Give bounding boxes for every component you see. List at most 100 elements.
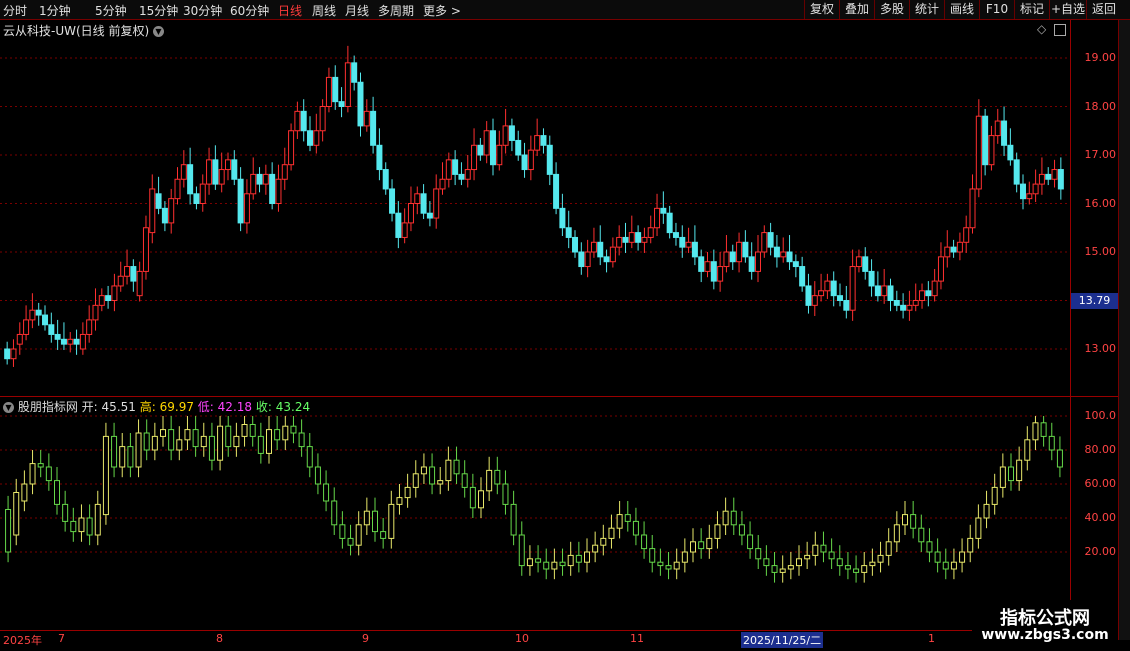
indicator-candle <box>486 456 493 501</box>
stats-button[interactable]: 统计 <box>909 0 944 19</box>
adjust-button[interactable]: 复权 <box>804 0 839 19</box>
indicator-candle <box>143 419 150 461</box>
price-tick-label: 19.00 <box>1084 51 1117 64</box>
indicator-candle <box>518 521 525 576</box>
indicator-candle <box>959 538 966 573</box>
indicator-tick-label: 40.00 <box>1084 511 1117 524</box>
price-candle <box>130 259 137 292</box>
price-candle <box>1038 157 1045 195</box>
indicator-chart <box>0 415 1070 583</box>
overlay-button[interactable]: 叠加 <box>839 0 874 19</box>
period-toolbar: 分时 1分钟 5分钟 15分钟 30分钟 60分钟 日线 周线 月线 多周期 更… <box>0 0 1130 20</box>
period-tab-daily[interactable]: 日线 <box>278 2 302 19</box>
price-candle <box>641 227 648 253</box>
price-candle <box>572 230 579 258</box>
indicator-candle <box>274 416 281 450</box>
period-tab-60min[interactable]: 60分钟 <box>230 2 269 19</box>
side-panel-strip[interactable] <box>1118 20 1130 640</box>
price-candle <box>982 108 989 176</box>
price-candle <box>975 99 982 198</box>
indicator-candle <box>1040 416 1047 447</box>
price-candle <box>464 155 471 188</box>
price-candle <box>174 167 181 205</box>
f10-button[interactable]: F10 <box>979 0 1014 19</box>
back-button[interactable]: 返回 <box>1086 0 1121 19</box>
period-tab-weekly[interactable]: 周线 <box>312 2 336 19</box>
indicator-candle <box>828 538 835 569</box>
date-label-jul: 7 <box>58 632 65 645</box>
price-candle <box>944 230 951 268</box>
price-candle <box>319 99 326 142</box>
multi-stock-button[interactable]: 多股 <box>874 0 909 19</box>
price-candle <box>553 162 560 215</box>
indicator-candle <box>404 473 411 508</box>
price-candle <box>477 138 484 161</box>
price-candle <box>155 176 162 215</box>
period-tab-timeshare[interactable]: 分时 <box>3 2 27 19</box>
current-price-label: 13.79 <box>1071 293 1118 309</box>
price-tick-label: 13.00 <box>1084 342 1117 355</box>
price-candle <box>679 225 686 258</box>
price-candle <box>23 305 30 341</box>
indicator-candle <box>453 446 460 484</box>
price-candle <box>969 174 976 234</box>
period-tab-15min[interactable]: 15分钟 <box>139 2 178 19</box>
price-candle <box>654 193 661 236</box>
price-candle <box>401 208 408 244</box>
price-candle <box>685 227 692 253</box>
indicator-candle <box>584 538 590 573</box>
indicator-candle <box>298 419 305 457</box>
price-candle <box>754 235 761 283</box>
price-candle <box>1001 106 1008 156</box>
add-watchlist-button[interactable]: +自选 <box>1049 0 1086 19</box>
indicator-candle <box>681 538 688 573</box>
price-candle <box>1019 174 1026 210</box>
indicator-candle <box>306 433 313 478</box>
indicator-candle <box>168 416 175 461</box>
price-candle <box>502 108 509 154</box>
period-tab-30min[interactable]: 30分钟 <box>183 2 222 19</box>
price-candle <box>395 201 402 249</box>
price-candle <box>338 87 345 118</box>
indicator-candle <box>950 548 957 580</box>
price-candle <box>874 271 881 302</box>
price-candle <box>1013 152 1020 193</box>
indicator-candle <box>779 555 786 583</box>
price-candle <box>628 215 635 249</box>
indicator-tick-label: 80.00 <box>1084 443 1117 456</box>
indicator-candle <box>420 453 427 484</box>
price-candle <box>136 261 143 302</box>
price-candle <box>578 242 585 275</box>
price-candle <box>325 67 332 113</box>
price-candle <box>237 167 244 232</box>
period-tab-monthly[interactable]: 月线 <box>345 2 369 19</box>
period-tab-1min[interactable]: 1分钟 <box>39 2 71 19</box>
period-tab-multi[interactable]: 多周期 <box>378 2 414 19</box>
price-candle <box>382 162 389 195</box>
more-periods-button[interactable]: 更多 > <box>423 2 461 19</box>
indicator-candle <box>649 535 656 573</box>
price-candle <box>559 193 566 236</box>
price-candle <box>224 152 231 181</box>
price-tick-label: 15.00 <box>1084 245 1117 258</box>
indicator-candle <box>812 531 819 566</box>
price-candle <box>635 225 642 251</box>
indicator-candle <box>510 490 517 546</box>
mark-button[interactable]: 标记 <box>1014 0 1049 19</box>
price-candle <box>710 249 717 290</box>
price-candle <box>773 235 780 268</box>
indicator-candle <box>13 478 20 546</box>
indicator-candle <box>429 453 436 495</box>
price-candle <box>212 145 219 190</box>
price-candle <box>281 147 288 190</box>
indicator-candle <box>730 497 737 535</box>
price-candle <box>830 271 837 307</box>
price-candle <box>376 128 383 181</box>
draw-line-button[interactable]: 画线 <box>944 0 979 19</box>
period-tab-5min[interactable]: 5分钟 <box>95 2 127 19</box>
price-candle <box>818 273 825 302</box>
price-candle <box>199 174 206 212</box>
indicator-candle <box>111 422 118 478</box>
price-candle <box>313 113 320 154</box>
price-candle <box>445 152 452 188</box>
